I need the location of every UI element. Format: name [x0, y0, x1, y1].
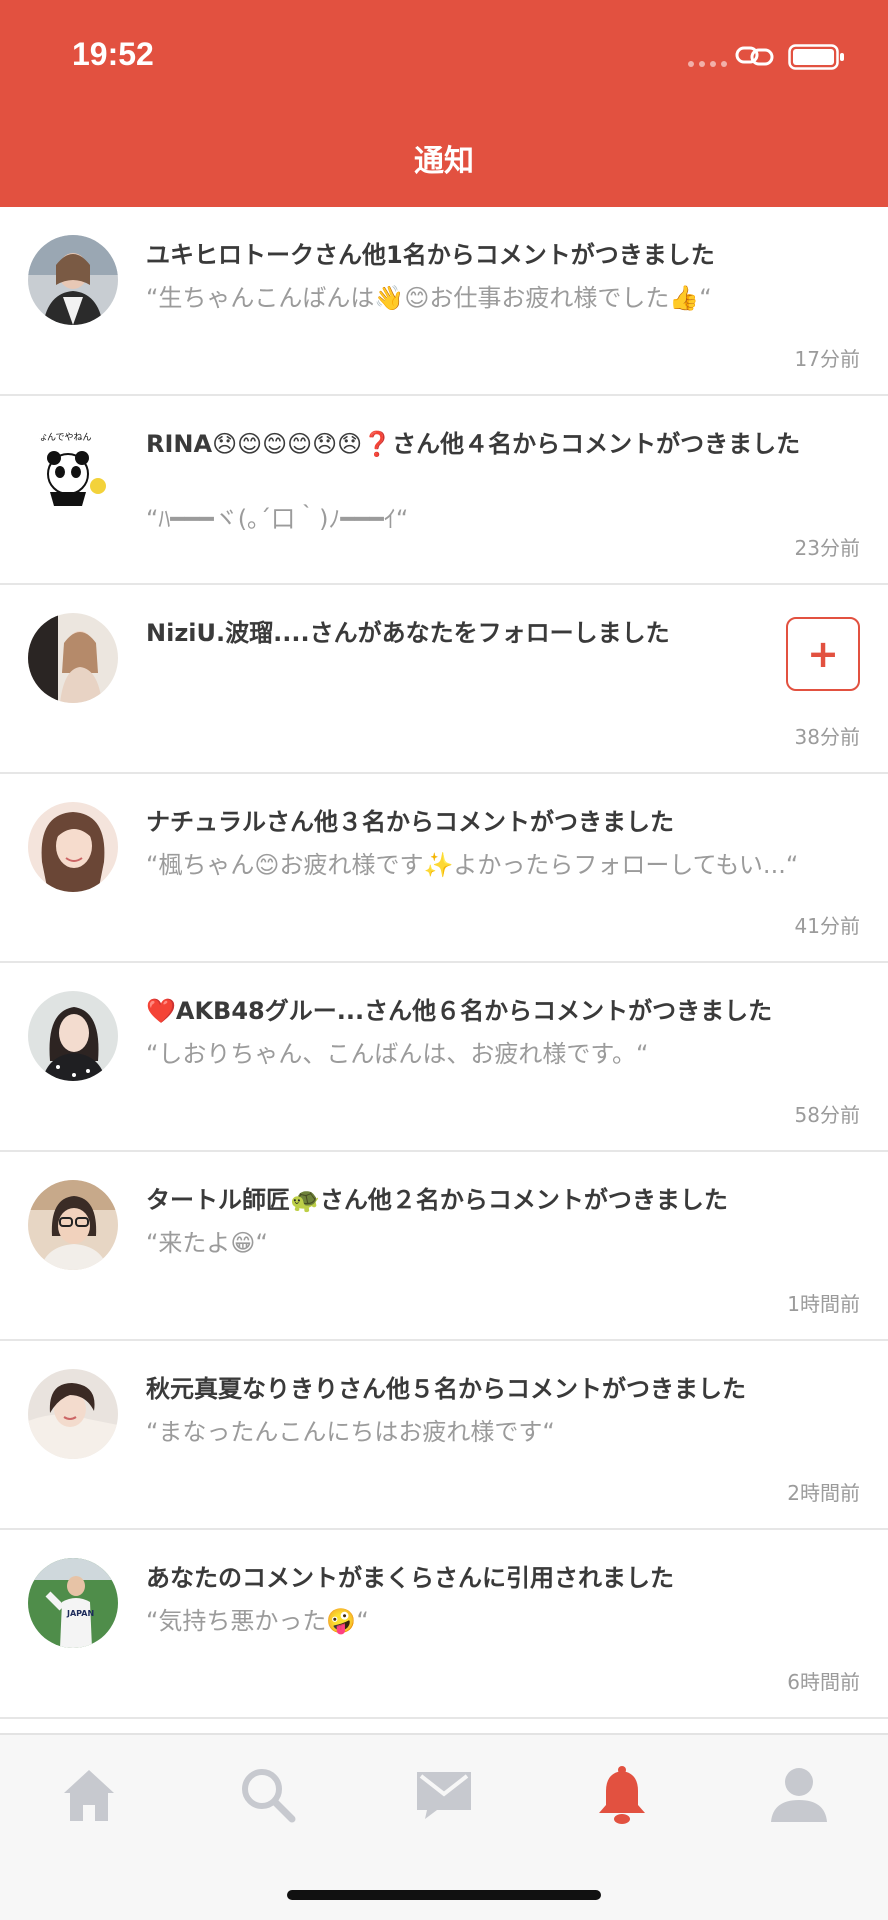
notification-comment: “ﾊ━━━ヾ(｡´口｀)ﾉ━━━ｲ“ — [146, 505, 409, 533]
notification-comment: “気持ち悪かった🤪“ — [146, 1607, 369, 1635]
notification-title: ❤️AKB48グルー...さん他６名からコメントがつきました — [146, 997, 773, 1025]
avatar[interactable] — [28, 1369, 118, 1459]
notification-item[interactable]: 秋元真夏なりきりさん他５名からコメントがつきました “まなったんこんにちはお疲れ… — [0, 1341, 888, 1530]
tab-home[interactable] — [53, 1759, 125, 1831]
avatar[interactable]: JAPAN — [28, 1558, 118, 1648]
notification-item[interactable]: なんでやねん RINA😞😊😊😊😞😞❓さん他４名からコメントがつきました “ﾊ━━… — [0, 396, 888, 585]
notification-time: 38分前 — [794, 725, 860, 749]
notification-title: ユキヒロトークさん他1名からコメントがつきました — [146, 241, 715, 269]
notification-title: RINA😞😊😊😊😞😞❓さん他４名からコメントがつきました — [146, 430, 801, 458]
notification-item[interactable]: ユキヒロトークさん他1名からコメントがつきました “生ちゃんこんばんは👋😊お仕事… — [0, 207, 888, 396]
notification-title: 秋元真夏なりきりさん他５名からコメントがつきました — [146, 1375, 746, 1403]
home-indicator — [287, 1890, 601, 1900]
svg-text:なんでやねん: なんでやねん — [38, 432, 92, 443]
plus-icon: + — [807, 632, 839, 676]
mail-icon — [417, 1772, 471, 1819]
avatar[interactable]: なんでやねん — [28, 424, 118, 514]
follow-button[interactable]: + — [786, 617, 860, 691]
notification-item[interactable]: ナチュラルさん他３名からコメントがつきました “楓ちゃん😊お疲れ様です✨よかった… — [0, 774, 888, 963]
link-icon — [735, 46, 774, 66]
notification-time: 1時間前 — [787, 1292, 860, 1316]
avatar[interactable] — [28, 613, 118, 703]
tab-search[interactable] — [232, 1759, 304, 1831]
tab-messages[interactable] — [408, 1759, 480, 1831]
status-time: 19:52 — [72, 36, 154, 72]
avatar[interactable] — [28, 991, 118, 1081]
svg-text:JAPAN: JAPAN — [66, 1609, 94, 1618]
tab-profile[interactable] — [763, 1759, 835, 1831]
notification-title: NiziU.波瑠....さんがあなたをフォローしました — [146, 619, 670, 647]
tab-notifications[interactable] — [586, 1759, 658, 1831]
header: 19:52 通知 — [0, 0, 888, 207]
notification-time: 2時間前 — [787, 1481, 860, 1505]
notification-comment: “来たよ😁“ — [146, 1229, 268, 1257]
notification-comment: “楓ちゃん😊お疲れ様です✨よかったらフォローしてもい...“ — [146, 851, 799, 879]
notification-list: ユキヒロトークさん他1名からコメントがつきました “生ちゃんこんばんは👋😊お仕事… — [0, 207, 888, 1719]
notification-title: あなたのコメントがまくらさんに引用されました — [146, 1564, 674, 1592]
battery-icon — [788, 44, 844, 70]
notification-item[interactable]: ❤️AKB48グルー...さん他６名からコメントがつきました “しおりちゃん、こ… — [0, 963, 888, 1152]
avatar[interactable] — [28, 235, 118, 325]
notification-time: 17分前 — [794, 347, 860, 371]
search-icon — [242, 1769, 296, 1823]
notification-comment: “生ちゃんこんばんは👋😊お仕事お疲れ様でした👍“ — [146, 284, 712, 312]
notification-title: ナチュラルさん他３名からコメントがつきました — [146, 808, 674, 836]
page-title: 通知 — [414, 144, 474, 179]
notification-time: 23分前 — [794, 536, 860, 560]
bell-icon — [599, 1766, 645, 1824]
notification-time: 41分前 — [794, 914, 860, 938]
notification-comment: “しおりちゃん、こんばんは、お疲れ様です。“ — [146, 1040, 649, 1068]
notification-time: 6時間前 — [787, 1670, 860, 1694]
avatar[interactable] — [28, 1180, 118, 1270]
notification-item[interactable]: JAPAN あなたのコメントがまくらさんに引用されました “気持ち悪かった🤪“ … — [0, 1530, 888, 1719]
profile-icon — [771, 1768, 827, 1822]
notification-title: タートル師匠🐢さん他２名からコメントがつきました — [146, 1186, 728, 1214]
notification-time: 58分前 — [794, 1103, 860, 1127]
notification-comment: “まなったんこんにちはお疲れ様です“ — [146, 1418, 555, 1446]
notification-item[interactable]: タートル師匠🐢さん他２名からコメントがつきました “来たよ😁“ 1時間前 — [0, 1152, 888, 1341]
avatar[interactable] — [28, 802, 118, 892]
home-icon — [64, 1770, 114, 1821]
signal-icon — [688, 61, 727, 67]
notification-item[interactable]: NiziU.波瑠....さんがあなたをフォローしました + 38分前 — [0, 585, 888, 774]
